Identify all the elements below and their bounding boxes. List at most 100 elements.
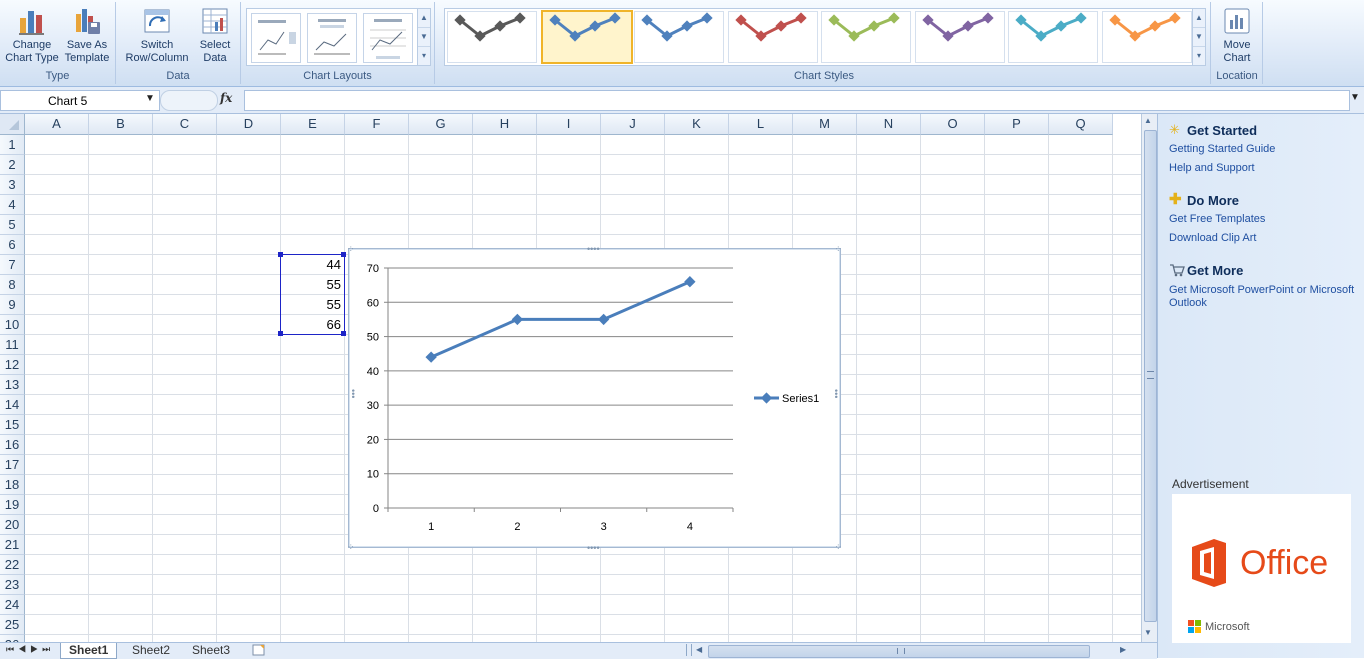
scrollbar-thumb[interactable] xyxy=(1144,130,1157,622)
row-header-24[interactable]: 24 xyxy=(0,595,25,615)
chevron-down-icon[interactable]: ▼ xyxy=(1193,28,1205,47)
resize-handle-corner[interactable]: ⁘ xyxy=(347,244,355,255)
chevron-down-icon[interactable]: ▼ xyxy=(418,28,430,47)
chevron-up-icon[interactable]: ▲ xyxy=(418,9,430,28)
row-header-14[interactable]: 14 xyxy=(0,395,25,415)
chart-style-5[interactable] xyxy=(821,11,911,63)
column-header-N[interactable]: N xyxy=(857,114,921,135)
row-header-1[interactable]: 1 xyxy=(0,135,25,155)
select-all-corner[interactable] xyxy=(0,114,25,135)
row-header-8[interactable]: 8 xyxy=(0,275,25,295)
formula-input[interactable] xyxy=(244,90,1350,111)
insert-function-button[interactable]: fx xyxy=(220,91,240,109)
row-header-9[interactable]: 9 xyxy=(0,295,25,315)
gallery-more-icon[interactable]: ▾ xyxy=(418,47,430,65)
row-header-11[interactable]: 11 xyxy=(0,335,25,355)
chart-style-8[interactable] xyxy=(1101,11,1192,63)
scroll-right-icon[interactable]: ▶ xyxy=(1120,645,1126,654)
range-handle[interactable] xyxy=(341,252,346,257)
tab-sheet2[interactable]: Sheet2 xyxy=(124,643,178,658)
column-header-L[interactable]: L xyxy=(729,114,793,135)
row-header-25[interactable]: 25 xyxy=(0,615,25,635)
row-header-22[interactable]: 22 xyxy=(0,555,25,575)
gallery-more-icon[interactable]: ▾ xyxy=(1193,47,1205,65)
row-header-16[interactable]: 16 xyxy=(0,435,25,455)
tab-navigation-icons[interactable]: ⏮◀▶⏭ xyxy=(6,644,54,655)
chart-style-6[interactable] xyxy=(914,11,1005,63)
resize-handle-right[interactable]: ••• xyxy=(831,389,841,398)
column-header-F[interactable]: F xyxy=(345,114,409,135)
name-box[interactable]: Chart 5 ▼ xyxy=(0,90,160,111)
change-chart-type-button[interactable]: Change Chart Type xyxy=(3,4,61,65)
cell-E7[interactable]: 44 xyxy=(281,257,341,272)
row-header-6[interactable]: 6 xyxy=(0,235,25,255)
get-powerpoint-outlook-link[interactable]: Get Microsoft PowerPoint or Microsoft Ou… xyxy=(1169,284,1359,310)
column-header-I[interactable]: I xyxy=(537,114,601,135)
chart-styles-scroll[interactable]: ▲ ▼ ▾ xyxy=(1192,9,1205,65)
get-free-templates-link[interactable]: Get Free Templates xyxy=(1169,213,1265,225)
formula-bar-splitter[interactable] xyxy=(160,90,218,111)
column-header-K[interactable]: K xyxy=(665,114,729,135)
cell-E8[interactable]: 55 xyxy=(281,277,341,292)
resize-handle-bottom[interactable]: •••• xyxy=(587,543,600,553)
row-header-21[interactable]: 21 xyxy=(0,535,25,555)
row-header-10[interactable]: 10 xyxy=(0,315,25,335)
row-header-15[interactable]: 15 xyxy=(0,415,25,435)
row-header-20[interactable]: 20 xyxy=(0,515,25,535)
getting-started-guide-link[interactable]: Getting Started Guide xyxy=(1169,143,1275,155)
column-header-A[interactable]: A xyxy=(25,114,89,135)
column-header-G[interactable]: G xyxy=(409,114,473,135)
row-header-5[interactable]: 5 xyxy=(0,215,25,235)
column-header-H[interactable]: H xyxy=(473,114,537,135)
row-header-3[interactable]: 3 xyxy=(0,175,25,195)
horizontal-scrollbar-thumb[interactable] xyxy=(708,645,1090,658)
chart-layout-1[interactable] xyxy=(251,13,301,63)
tab-split-handle[interactable] xyxy=(686,644,692,656)
row-header-13[interactable]: 13 xyxy=(0,375,25,395)
help-and-support-link[interactable]: Help and Support xyxy=(1169,162,1255,174)
chart-style-2[interactable] xyxy=(540,10,633,64)
expand-formula-bar-icon[interactable]: ▼ xyxy=(1350,92,1360,103)
scroll-left-icon[interactable]: ◀ xyxy=(696,645,702,654)
column-header-Q[interactable]: Q xyxy=(1049,114,1113,135)
column-header-P[interactable]: P xyxy=(985,114,1049,135)
row-header-26[interactable]: 26 xyxy=(0,635,25,642)
save-as-template-button[interactable]: Save As Template xyxy=(60,4,114,65)
resize-handle-corner[interactable]: ⁘ xyxy=(834,244,842,255)
row-header-18[interactable]: 18 xyxy=(0,475,25,495)
row-header-23[interactable]: 23 xyxy=(0,575,25,595)
row-header-2[interactable]: 2 xyxy=(0,155,25,175)
select-data-button[interactable]: Select Data xyxy=(194,4,236,65)
office-advertisement[interactable]: Office Microsoft xyxy=(1172,494,1351,643)
scroll-down-icon[interactable]: ▼ xyxy=(1144,628,1152,637)
cell-E9[interactable]: 55 xyxy=(281,297,341,312)
chart-layout-3[interactable] xyxy=(363,13,413,63)
download-clip-art-link[interactable]: Download Clip Art xyxy=(1169,232,1256,244)
resize-handle-corner[interactable]: ⁘ xyxy=(834,542,842,553)
column-header-C[interactable]: C xyxy=(153,114,217,135)
scroll-up-icon[interactable]: ▲ xyxy=(1144,116,1152,125)
row-header-7[interactable]: 7 xyxy=(0,255,25,275)
insert-sheet-icon[interactable] xyxy=(250,643,268,657)
row-header-17[interactable]: 17 xyxy=(0,455,25,475)
row-header-4[interactable]: 4 xyxy=(0,195,25,215)
column-header-O[interactable]: O xyxy=(921,114,985,135)
column-header-B[interactable]: B xyxy=(89,114,153,135)
tab-sheet3[interactable]: Sheet3 xyxy=(184,643,238,658)
chart-style-3[interactable] xyxy=(634,11,724,63)
column-header-J[interactable]: J xyxy=(601,114,665,135)
tab-sheet1[interactable]: Sheet1 xyxy=(60,643,118,659)
row-header-12[interactable]: 12 xyxy=(0,355,25,375)
move-chart-button[interactable]: Move Chart xyxy=(1216,4,1258,65)
cell-E10[interactable]: 66 xyxy=(281,317,341,332)
resize-handle-left[interactable]: ••• xyxy=(348,389,358,398)
vertical-scrollbar[interactable]: ▲ ▼ xyxy=(1141,114,1158,642)
chart-style-1[interactable] xyxy=(447,11,537,63)
range-handle[interactable] xyxy=(341,331,346,336)
resize-handle-corner[interactable]: ⁘ xyxy=(347,542,355,553)
chart-style-7[interactable] xyxy=(1008,11,1098,63)
column-header-E[interactable]: E xyxy=(281,114,345,135)
chart-layout-2[interactable] xyxy=(307,13,357,63)
chart-layouts-scroll[interactable]: ▲ ▼ ▾ xyxy=(417,9,430,65)
resize-handle-top[interactable]: •••• xyxy=(587,244,600,254)
